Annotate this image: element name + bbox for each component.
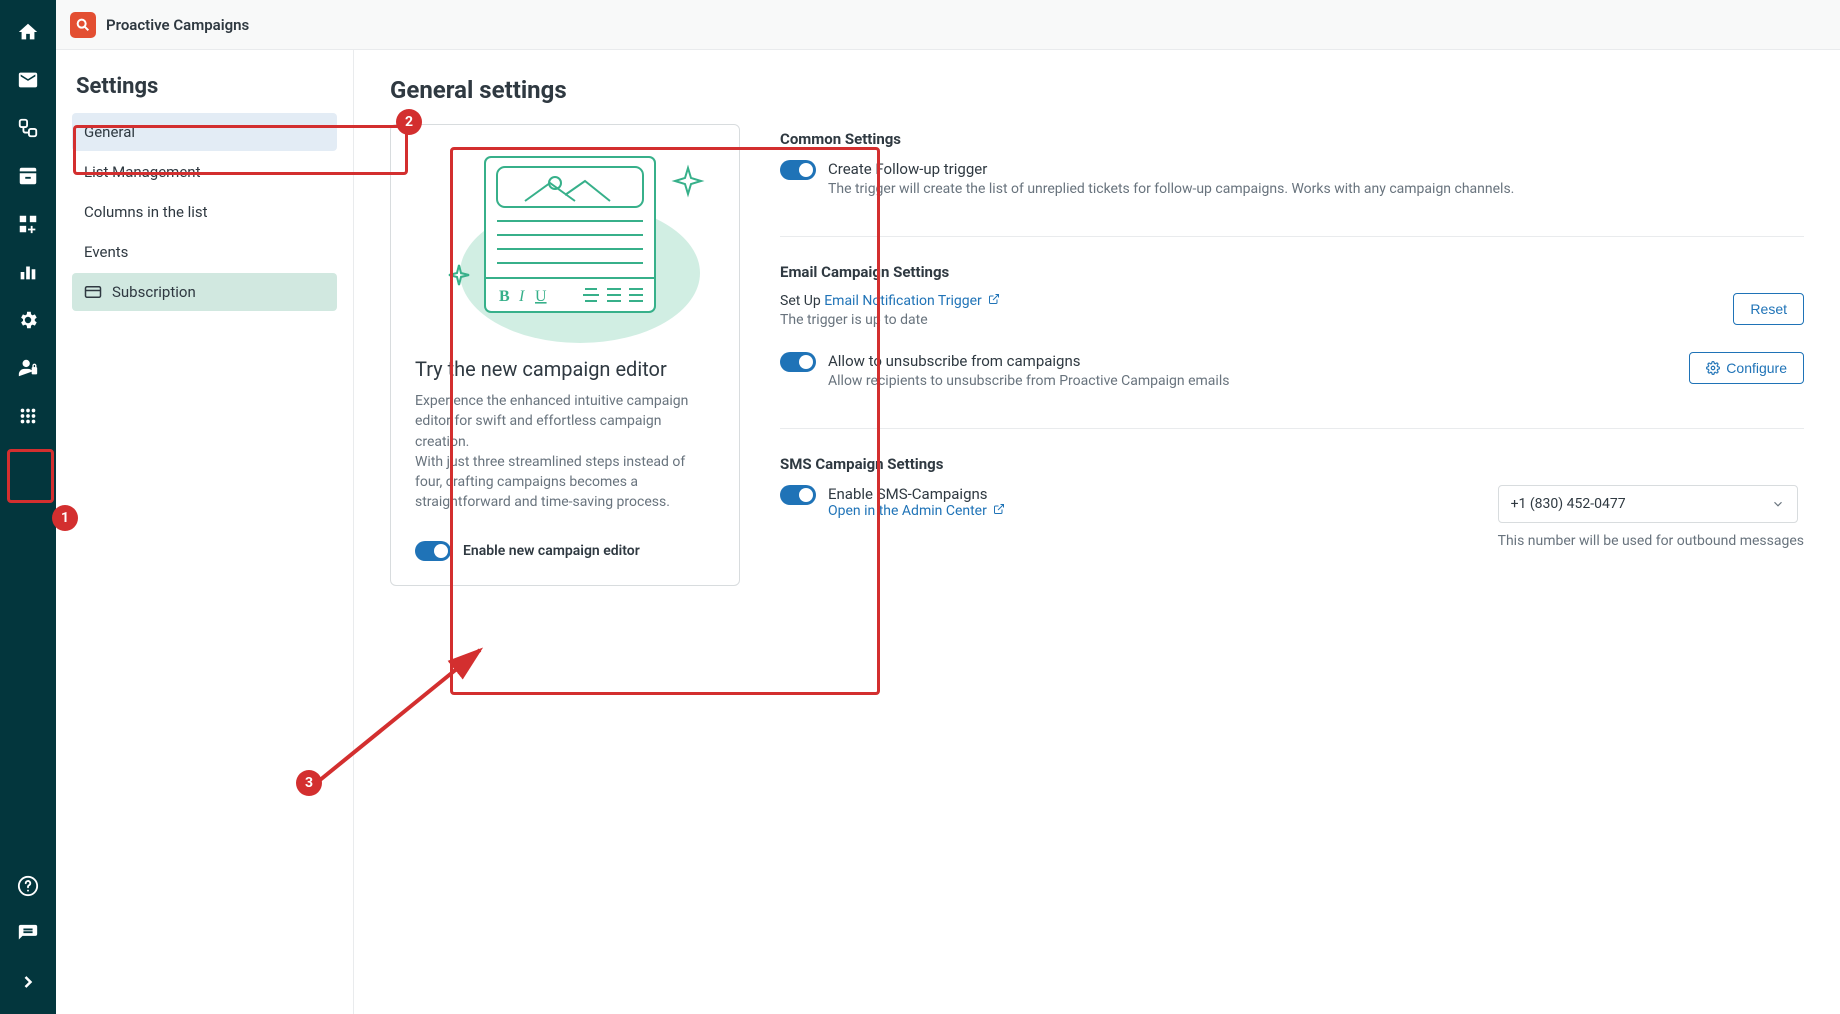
- promo-title: Try the new campaign editor: [415, 357, 715, 381]
- section-title-common: Common Settings: [780, 130, 1804, 148]
- sidebar-item-events[interactable]: Events: [72, 233, 337, 271]
- sms-toggle[interactable]: [780, 485, 816, 505]
- phone-value: +1 (830) 452-0477: [1511, 496, 1626, 512]
- email-trigger-status: The trigger is up to date: [780, 311, 1000, 331]
- top-bar: Proactive Campaigns: [56, 0, 1840, 50]
- gear-icon: [1706, 361, 1720, 375]
- nav-reports-icon[interactable]: [8, 252, 48, 292]
- follow-up-label: Create Follow-up trigger: [828, 160, 1804, 178]
- svg-text:U: U: [535, 288, 547, 305]
- reset-button[interactable]: Reset: [1733, 293, 1804, 325]
- chevron-down-icon: [1771, 497, 1785, 511]
- unsubscribe-desc: Allow recipients to unsubscribe from Pro…: [828, 372, 1689, 392]
- nav-archive-icon[interactable]: [8, 156, 48, 196]
- nav-home-icon[interactable]: [8, 12, 48, 52]
- sidebar-item-subscription[interactable]: Subscription: [72, 273, 337, 311]
- nav-workflow-icon[interactable]: [8, 108, 48, 148]
- external-link-icon: [988, 293, 1000, 305]
- nav-rail: [0, 0, 56, 1014]
- sidebar-item-label: Subscription: [112, 283, 196, 301]
- nav-admin-icon[interactable]: [8, 348, 48, 388]
- common-settings-section: Common Settings Create Follow-up trigger…: [780, 130, 1804, 237]
- sidebar-item-columns[interactable]: Columns in the list: [72, 193, 337, 231]
- enable-editor-toggle[interactable]: [415, 541, 451, 561]
- editor-illustration: B I U: [415, 143, 715, 343]
- sms-settings-section: SMS Campaign Settings Enable SMS-Campaig…: [780, 455, 1804, 579]
- nav-grid-icon[interactable]: [8, 396, 48, 436]
- app-title: Proactive Campaigns: [106, 16, 249, 34]
- sidebar-item-list-management[interactable]: List Management: [72, 153, 337, 191]
- section-title-sms: SMS Campaign Settings: [780, 455, 1804, 473]
- phone-hint: This number will be used for outbound me…: [1498, 533, 1804, 549]
- svg-text:I: I: [518, 288, 525, 305]
- nav-expand-icon[interactable]: [8, 962, 48, 1002]
- email-trigger-link[interactable]: Email Notification Trigger: [824, 293, 1000, 309]
- sidebar-item-general[interactable]: General: [72, 113, 337, 151]
- admin-center-link[interactable]: Open in the Admin Center: [828, 503, 1005, 519]
- follow-up-toggle[interactable]: [780, 160, 816, 180]
- sidebar-item-label: List Management: [84, 163, 200, 181]
- phone-select[interactable]: +1 (830) 452-0477: [1498, 485, 1798, 523]
- promo-card: B I U Try the new campaign editor E: [390, 124, 740, 586]
- sms-enable-label: Enable SMS-Campaigns: [828, 485, 1498, 503]
- email-settings-section: Email Campaign Settings Set Up Email Not…: [780, 263, 1804, 429]
- nav-settings-icon[interactable]: [8, 300, 48, 340]
- unsubscribe-label: Allow to unsubscribe from campaigns: [828, 352, 1689, 370]
- sidebar-item-label: General: [84, 123, 135, 141]
- nav-help-icon[interactable]: [8, 866, 48, 906]
- svg-text:B: B: [499, 288, 510, 305]
- enable-editor-label: Enable new campaign editor: [463, 543, 640, 559]
- app-logo-icon: [70, 12, 96, 38]
- nav-chat-icon[interactable]: [8, 914, 48, 954]
- settings-sidebar: Settings General List Management Columns…: [56, 50, 354, 1014]
- page-title: General settings: [390, 76, 1804, 104]
- external-link-icon: [993, 503, 1005, 515]
- nav-mail-icon[interactable]: [8, 60, 48, 100]
- configure-button[interactable]: Configure: [1689, 352, 1804, 384]
- section-title-email: Email Campaign Settings: [780, 263, 1804, 281]
- settings-title: Settings: [72, 74, 337, 99]
- card-icon: [84, 283, 102, 301]
- unsubscribe-toggle[interactable]: [780, 352, 816, 372]
- content: General settings B: [354, 50, 1840, 1014]
- email-setup-row: Set Up Email Notification Trigger: [780, 293, 1000, 309]
- promo-desc: Experience the enhanced intuitive campai…: [415, 391, 715, 513]
- follow-up-desc: The trigger will create the list of unre…: [828, 180, 1804, 200]
- sidebar-item-label: Columns in the list: [84, 203, 208, 221]
- sidebar-item-label: Events: [84, 243, 128, 261]
- nav-apps-icon[interactable]: [8, 204, 48, 244]
